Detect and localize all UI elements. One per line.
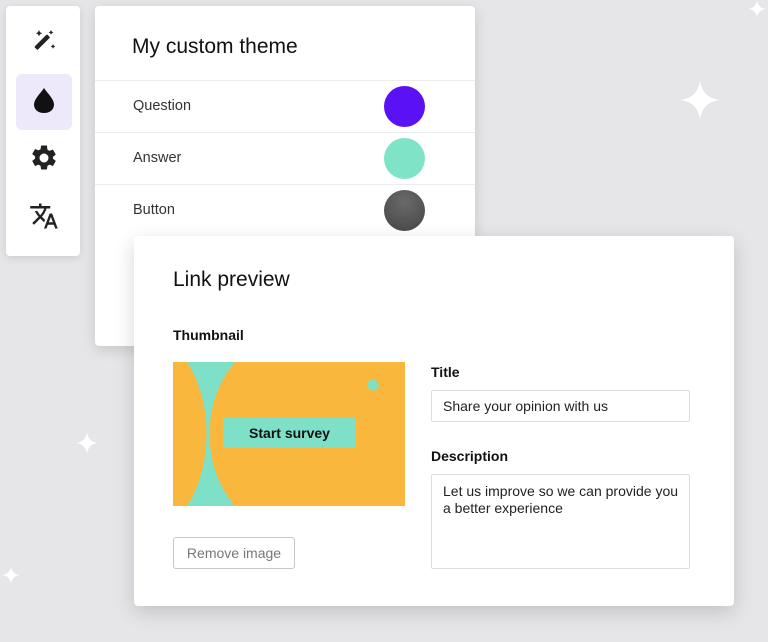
theme-row-label: Answer [133,150,182,166]
translate-icon [29,201,59,236]
theme-row-button[interactable]: Button [95,184,475,236]
theme-title: My custom theme [132,35,298,58]
link-preview-card: Link preview Thumbnail Start survey Remo… [134,236,734,606]
description-textarea[interactable]: Let us improve so we can provide you a b… [431,474,690,569]
drop-icon [30,85,58,120]
theme-row-question[interactable]: Question [95,80,475,132]
sparkle-icon [680,80,720,120]
magic-wand-tool[interactable] [16,16,72,72]
sparkle-icon [2,566,20,584]
theme-row-answer[interactable]: Answer [95,132,475,184]
sparkle-icon [76,432,98,454]
theme-tool[interactable] [16,74,72,130]
thumbnail-image[interactable]: Start survey [173,362,405,506]
title-input[interactable] [431,390,690,422]
translate-tool[interactable] [16,190,72,246]
start-survey-button: Start survey [223,418,356,448]
description-field-label: Description [431,448,509,464]
magic-wand-icon [29,27,59,62]
theme-row-label: Question [133,98,192,114]
question-color-swatch[interactable] [384,86,425,127]
title-field-label: Title [431,364,460,380]
side-toolbar [6,6,80,256]
theme-row-label: Button [133,202,175,218]
button-color-swatch[interactable] [384,190,425,231]
settings-tool[interactable] [16,132,72,188]
link-preview-title: Link preview [173,268,290,291]
sparkle-icon [748,0,766,18]
remove-image-button[interactable]: Remove image [173,537,295,569]
answer-color-swatch[interactable] [384,138,425,179]
thumbnail-label: Thumbnail [173,327,244,343]
gear-icon [29,143,59,178]
